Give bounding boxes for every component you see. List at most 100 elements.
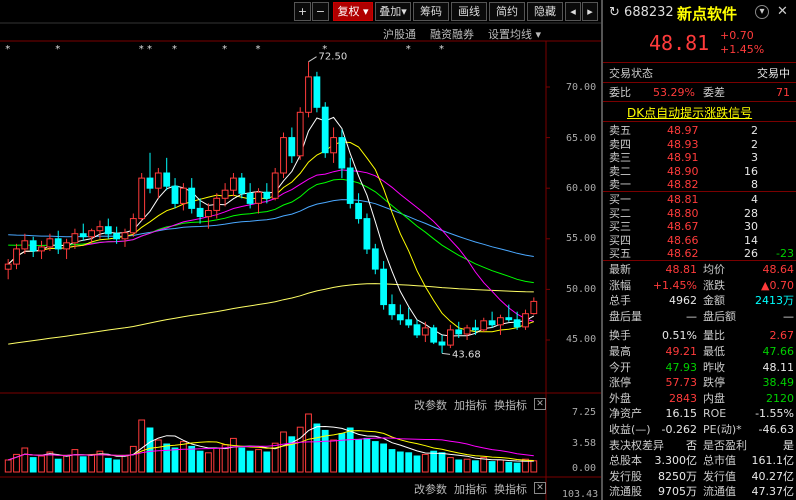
volume-bar <box>138 419 146 473</box>
stat-label: 均价 <box>703 263 725 276</box>
add-indicator-button-2[interactable]: 加指标 <box>454 481 487 497</box>
overlay-button[interactable]: 叠加▾ <box>375 2 411 21</box>
ma-settings-link[interactable]: 设置均线 ▾ <box>488 26 541 42</box>
stat-row: 换手 0.51% 量比 2.67 <box>603 328 796 343</box>
candle-body <box>330 137 338 154</box>
stat-value: 2.67 <box>769 329 795 343</box>
prev-arrow-icon[interactable]: ◂ <box>565 2 581 21</box>
close-icon[interactable]: ✕ <box>534 398 546 410</box>
volume-bar <box>154 439 162 473</box>
candle-body <box>213 197 221 211</box>
stat-value: 40.27亿 <box>751 469 795 483</box>
stat-value: 161.1亿 <box>751 454 795 468</box>
zoom-in-button[interactable]: + <box>294 2 311 21</box>
divider <box>603 62 796 63</box>
brief-button[interactable]: 简约 <box>489 2 525 21</box>
volume-bar <box>238 447 246 473</box>
draw-line-button[interactable]: 画线 <box>451 2 487 21</box>
dropdown-arrow-icon: ▾ <box>535 28 542 41</box>
stat-row: 盘后量 — 盘后额 — <box>603 309 796 324</box>
candle-body <box>4 263 12 270</box>
add-indicator-button[interactable]: 加指标 <box>454 397 487 413</box>
price-change-pct: +1.45% <box>720 43 765 56</box>
divider <box>603 101 796 102</box>
volume-bar <box>129 445 137 473</box>
status-row: 交易状态 交易中 <box>603 66 796 81</box>
candle-body <box>29 240 37 252</box>
dk-signal-link[interactable]: DK点自动提示涨跌信号 <box>627 104 752 121</box>
reload-icon[interactable]: ↻ <box>609 5 620 20</box>
zoom-out-button[interactable]: − <box>312 2 329 21</box>
chips-button[interactable]: 筹码 <box>413 2 449 21</box>
candle-body <box>505 317 513 321</box>
margin-trading-link[interactable]: 融资融券 <box>430 26 474 42</box>
next-arrow-icon[interactable]: ▸ <box>582 2 598 21</box>
hgt-link[interactable]: 沪股通 <box>383 26 416 42</box>
stat-value: 49.21 <box>665 345 698 358</box>
candle-body <box>163 172 171 187</box>
ma250-line <box>8 283 534 345</box>
volume-bar <box>455 459 463 473</box>
event-star-marker: * <box>322 44 327 55</box>
volume-bar <box>230 437 237 473</box>
candle-body <box>54 238 62 250</box>
volume-bar <box>255 449 262 473</box>
info-icon[interactable]: ▾ <box>755 5 769 19</box>
switch-indicator-button-2[interactable]: 换指标 <box>494 481 527 497</box>
volume-bar <box>246 450 254 473</box>
volume-bar <box>396 451 404 473</box>
divider <box>603 121 796 122</box>
volume-bar <box>79 456 87 473</box>
high-price-annotation-pointer <box>308 56 317 63</box>
stat-row: 表决权差异 否是否盈利 是 <box>603 438 796 453</box>
candle-body <box>104 226 112 235</box>
stat-label: 最低 <box>703 345 725 358</box>
change-params-button-2[interactable]: 改参数 <box>414 481 447 497</box>
stat-label: 流通股 <box>609 485 642 499</box>
hide-button[interactable]: 隐藏 <box>527 2 563 21</box>
stat-value: 2120 <box>766 391 794 405</box>
volume-bar <box>346 427 354 473</box>
volume-bar <box>430 450 438 473</box>
close-icon[interactable]: ✕ <box>777 4 788 19</box>
volume-bar <box>63 455 71 473</box>
quote-panel: ↻ 688232 新点软件 ▾ ✕ 48.81 +0.70 +1.45% 交易状… <box>601 0 796 500</box>
candle-body <box>513 319 521 328</box>
stat-value: 8250万 <box>658 469 697 483</box>
volume-bar <box>363 437 371 473</box>
change-params-button[interactable]: 改参数 <box>414 397 447 413</box>
stat-value: — <box>783 309 794 323</box>
restore-right-button[interactable]: 复权 ▾ <box>333 2 373 21</box>
candle-body <box>238 177 246 194</box>
stat-row: 总手 4962 金额 2413万 <box>603 293 796 308</box>
stat-label: ROE <box>703 407 727 421</box>
low-price-annotation-pointer <box>441 352 451 355</box>
volume-bar <box>121 455 129 473</box>
kline-chart-svg[interactable]: 72.5043.68* * * * * * * * * * <box>0 0 601 500</box>
candle-body <box>380 268 388 306</box>
candle-body <box>355 202 363 220</box>
stat-label: 涨跌 <box>703 278 725 292</box>
stat-value: -46.63 <box>758 423 794 436</box>
stat-label: 内盘 <box>703 391 725 405</box>
candle-body <box>205 210 212 218</box>
stat-row: 最高 49.21 最低 47.66 <box>603 344 796 359</box>
stat-value: 48.11 <box>762 360 795 374</box>
event-star-marker: * <box>439 44 444 55</box>
stat-row: 流通股 9705万 流通值 47.37亿 <box>603 484 796 499</box>
switch-indicator-button[interactable]: 换指标 <box>494 397 527 413</box>
kline-chart-area[interactable]: 72.50 43.68 * * * * * * * * * * + − 复权 ▾ 叠加▾ 筹码 画线 … <box>0 0 601 500</box>
stat-label: 换手 <box>609 329 631 343</box>
stat-label: 总市值 <box>703 454 736 468</box>
vol-tick-label: 7.25 <box>572 407 597 418</box>
candle-body <box>480 320 488 331</box>
stat-label: 最新 <box>609 263 631 276</box>
close-icon-2[interactable]: ✕ <box>534 482 546 494</box>
volume-bar <box>188 445 196 473</box>
ratio-value: 53.29% <box>653 86 695 99</box>
candle-body <box>88 230 95 238</box>
candle-body <box>263 191 271 199</box>
volume-bar <box>405 452 413 473</box>
stat-value: -0.262 <box>661 423 697 436</box>
event-star-marker: * <box>147 44 152 55</box>
